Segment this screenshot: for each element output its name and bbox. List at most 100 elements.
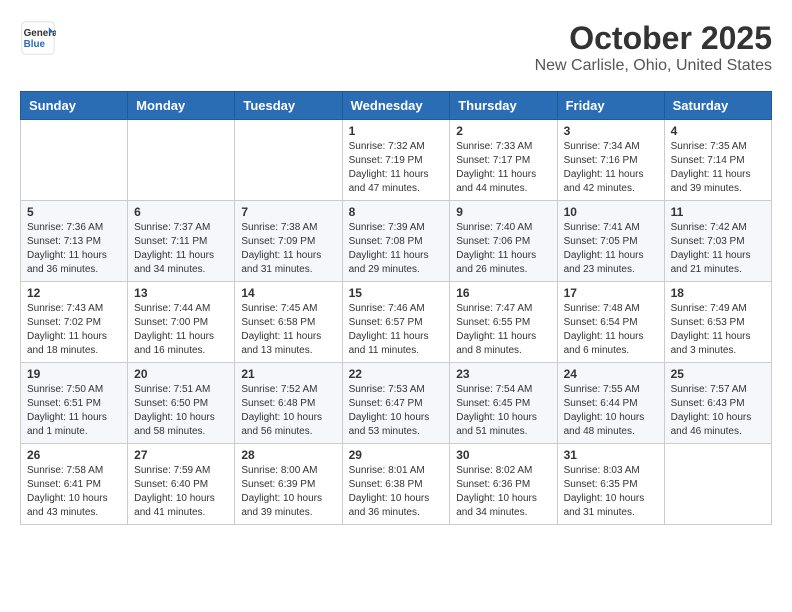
day-header-friday: Friday: [557, 92, 664, 120]
calendar-cell: 18 Sunrise: 7:49 AM Sunset: 6:53 PM Dayli…: [664, 282, 771, 363]
day-info: Sunrise: 7:38 AM Sunset: 7:09 PM Dayligh…: [241, 221, 335, 277]
title-block: October 2025 New Carlisle, Ohio, United …: [535, 20, 772, 75]
day-info: Sunrise: 7:44 AM Sunset: 7:00 PM Dayligh…: [134, 302, 228, 358]
day-number: 18: [671, 286, 765, 300]
day-info: Sunrise: 7:43 AM Sunset: 7:02 PM Dayligh…: [27, 302, 121, 358]
calendar-week-1: 1 Sunrise: 7:32 AM Sunset: 7:19 PM Daylig…: [21, 120, 772, 201]
calendar-cell: 21 Sunrise: 7:52 AM Sunset: 6:48 PM Dayli…: [235, 363, 342, 444]
page-header: General Blue October 2025 New Carlisle, …: [20, 20, 772, 75]
day-number: 31: [564, 448, 658, 462]
day-number: 27: [134, 448, 228, 462]
day-info: Sunrise: 8:01 AM Sunset: 6:38 PM Dayligh…: [349, 464, 444, 520]
day-info: Sunrise: 7:42 AM Sunset: 7:03 PM Dayligh…: [671, 221, 765, 277]
calendar-cell: 16Sunrise: 7:47 AM Sunset: 6:55 PM Dayli…: [450, 282, 557, 363]
day-info: Sunrise: 7:45 AM Sunset: 6:58 PM Dayligh…: [241, 302, 335, 358]
calendar-cell: 19Sunrise: 7:50 AM Sunset: 6:51 PM Dayli…: [21, 363, 128, 444]
day-number: 8: [349, 205, 444, 219]
calendar-cell: 7 Sunrise: 7:38 AM Sunset: 7:09 PM Daylig…: [235, 201, 342, 282]
day-info: Sunrise: 7:59 AM Sunset: 6:40 PM Dayligh…: [134, 464, 228, 520]
calendar-cell: 15 Sunrise: 7:46 AM Sunset: 6:57 PM Dayli…: [342, 282, 450, 363]
day-header-monday: Monday: [128, 92, 235, 120]
logo-icon: General Blue: [20, 20, 56, 56]
day-info: Sunrise: 8:03 AM Sunset: 6:35 PM Dayligh…: [564, 464, 658, 520]
day-header-sunday: Sunday: [21, 92, 128, 120]
calendar-table: SundayMondayTuesdayWednesdayThursdayFrid…: [20, 91, 772, 525]
page-title: October 2025: [535, 20, 772, 57]
day-number: 12: [27, 286, 121, 300]
day-info: Sunrise: 7:35 AM Sunset: 7:14 PM Dayligh…: [671, 140, 765, 196]
day-info: Sunrise: 7:49 AM Sunset: 6:53 PM Dayligh…: [671, 302, 765, 358]
day-number: 3: [564, 124, 658, 138]
day-header-saturday: Saturday: [664, 92, 771, 120]
calendar-cell: 30 Sunrise: 8:02 AM Sunset: 6:36 PM Dayli…: [450, 444, 557, 525]
day-number: 10: [564, 205, 658, 219]
day-info: Sunrise: 7:40 AM Sunset: 7:06 PM Dayligh…: [456, 221, 550, 277]
day-number: 6: [134, 205, 228, 219]
calendar-cell: 20 Sunrise: 7:51 AM Sunset: 6:50 PM Dayli…: [128, 363, 235, 444]
day-info: Sunrise: 7:32 AM Sunset: 7:19 PM Dayligh…: [349, 140, 444, 196]
calendar-cell: 1 Sunrise: 7:32 AM Sunset: 7:19 PM Daylig…: [342, 120, 450, 201]
calendar-cell: 31 Sunrise: 8:03 AM Sunset: 6:35 PM Dayli…: [557, 444, 664, 525]
calendar-cell: [21, 120, 128, 201]
calendar-cell: 29Sunrise: 8:01 AM Sunset: 6:38 PM Dayli…: [342, 444, 450, 525]
day-number: 14: [241, 286, 335, 300]
header-row: SundayMondayTuesdayWednesdayThursdayFrid…: [21, 92, 772, 120]
calendar-header: SundayMondayTuesdayWednesdayThursdayFrid…: [21, 92, 772, 120]
day-number: 25: [671, 367, 765, 381]
day-info: Sunrise: 7:33 AM Sunset: 7:17 PM Dayligh…: [456, 140, 550, 196]
day-number: 9: [456, 205, 550, 219]
day-info: Sunrise: 8:02 AM Sunset: 6:36 PM Dayligh…: [456, 464, 550, 520]
calendar-cell: 25 Sunrise: 7:57 AM Sunset: 6:43 PM Dayli…: [664, 363, 771, 444]
day-info: Sunrise: 7:48 AM Sunset: 6:54 PM Dayligh…: [564, 302, 658, 358]
day-info: Sunrise: 7:55 AM Sunset: 6:44 PM Dayligh…: [564, 383, 658, 439]
day-number: 2: [456, 124, 550, 138]
calendar-cell: 14 Sunrise: 7:45 AM Sunset: 6:58 PM Dayli…: [235, 282, 342, 363]
day-info: Sunrise: 7:46 AM Sunset: 6:57 PM Dayligh…: [349, 302, 444, 358]
calendar-week-2: 5 Sunrise: 7:36 AM Sunset: 7:13 PM Daylig…: [21, 201, 772, 282]
day-number: 24: [564, 367, 658, 381]
day-header-tuesday: Tuesday: [235, 92, 342, 120]
day-number: 7: [241, 205, 335, 219]
day-header-thursday: Thursday: [450, 92, 557, 120]
calendar-cell: 9 Sunrise: 7:40 AM Sunset: 7:06 PM Daylig…: [450, 201, 557, 282]
day-number: 5: [27, 205, 121, 219]
day-info: Sunrise: 7:41 AM Sunset: 7:05 PM Dayligh…: [564, 221, 658, 277]
calendar-week-3: 12 Sunrise: 7:43 AM Sunset: 7:02 PM Dayli…: [21, 282, 772, 363]
day-info: Sunrise: 7:51 AM Sunset: 6:50 PM Dayligh…: [134, 383, 228, 439]
day-number: 20: [134, 367, 228, 381]
day-info: Sunrise: 8:00 AM Sunset: 6:39 PM Dayligh…: [241, 464, 335, 520]
day-number: 16: [456, 286, 550, 300]
day-info: Sunrise: 7:34 AM Sunset: 7:16 PM Dayligh…: [564, 140, 658, 196]
day-number: 15: [349, 286, 444, 300]
calendar-cell: 2 Sunrise: 7:33 AM Sunset: 7:17 PM Daylig…: [450, 120, 557, 201]
calendar-week-4: 19Sunrise: 7:50 AM Sunset: 6:51 PM Dayli…: [21, 363, 772, 444]
calendar-cell: 10 Sunrise: 7:41 AM Sunset: 7:05 PM Dayli…: [557, 201, 664, 282]
calendar-week-5: 26Sunrise: 7:58 AM Sunset: 6:41 PM Dayli…: [21, 444, 772, 525]
day-number: 1: [349, 124, 444, 138]
day-info: Sunrise: 7:36 AM Sunset: 7:13 PM Dayligh…: [27, 221, 121, 277]
calendar-cell: [128, 120, 235, 201]
day-info: Sunrise: 7:52 AM Sunset: 6:48 PM Dayligh…: [241, 383, 335, 439]
day-number: 21: [241, 367, 335, 381]
calendar-cell: 28Sunrise: 8:00 AM Sunset: 6:39 PM Dayli…: [235, 444, 342, 525]
day-info: Sunrise: 7:54 AM Sunset: 6:45 PM Dayligh…: [456, 383, 550, 439]
day-info: Sunrise: 7:39 AM Sunset: 7:08 PM Dayligh…: [349, 221, 444, 277]
calendar-cell: 23Sunrise: 7:54 AM Sunset: 6:45 PM Dayli…: [450, 363, 557, 444]
day-number: 13: [134, 286, 228, 300]
calendar-cell: [664, 444, 771, 525]
logo: General Blue: [20, 20, 56, 56]
calendar-cell: 6 Sunrise: 7:37 AM Sunset: 7:11 PM Daylig…: [128, 201, 235, 282]
calendar-cell: 13 Sunrise: 7:44 AM Sunset: 7:00 PM Dayli…: [128, 282, 235, 363]
day-number: 17: [564, 286, 658, 300]
calendar-cell: 4Sunrise: 7:35 AM Sunset: 7:14 PM Daylig…: [664, 120, 771, 201]
calendar-cell: 27 Sunrise: 7:59 AM Sunset: 6:40 PM Dayli…: [128, 444, 235, 525]
day-info: Sunrise: 7:57 AM Sunset: 6:43 PM Dayligh…: [671, 383, 765, 439]
calendar-cell: 24 Sunrise: 7:55 AM Sunset: 6:44 PM Dayli…: [557, 363, 664, 444]
day-number: 22: [349, 367, 444, 381]
day-number: 30: [456, 448, 550, 462]
day-info: Sunrise: 7:50 AM Sunset: 6:51 PM Dayligh…: [27, 383, 121, 439]
page-subtitle: New Carlisle, Ohio, United States: [535, 57, 772, 75]
day-info: Sunrise: 7:37 AM Sunset: 7:11 PM Dayligh…: [134, 221, 228, 277]
day-number: 11: [671, 205, 765, 219]
calendar-cell: [235, 120, 342, 201]
